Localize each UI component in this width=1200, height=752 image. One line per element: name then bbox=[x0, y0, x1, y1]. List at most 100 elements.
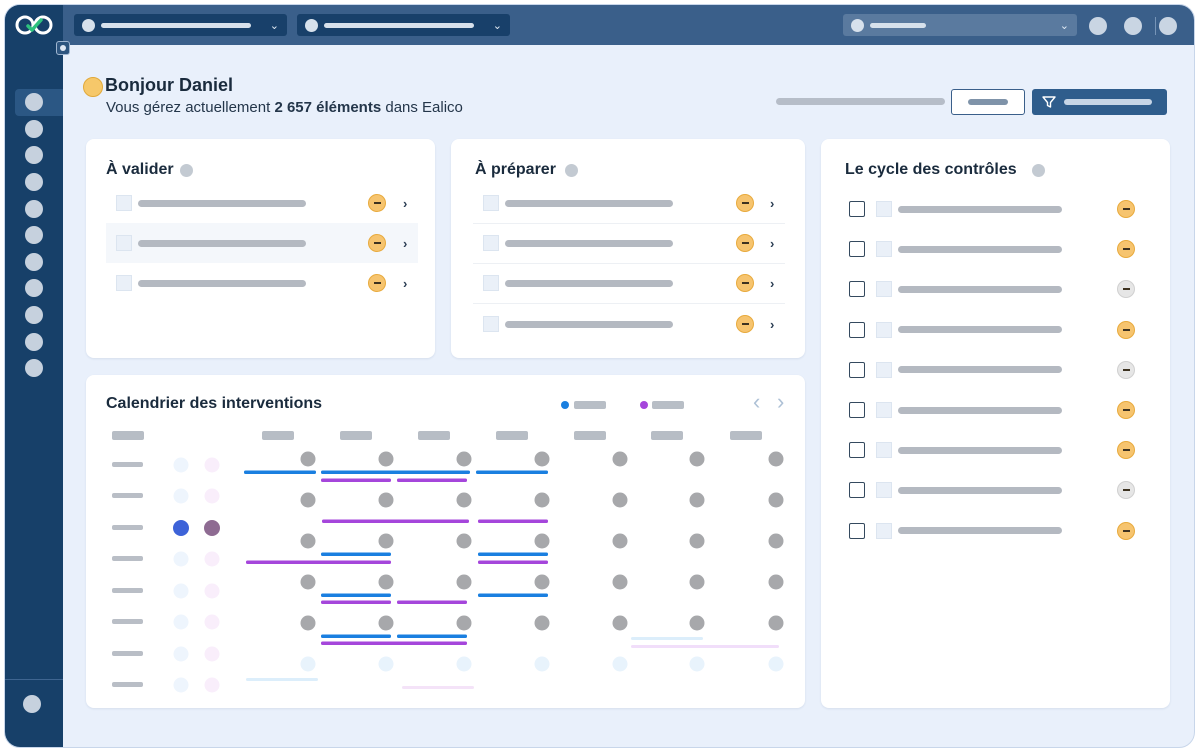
row-label bbox=[112, 682, 143, 687]
info-icon[interactable] bbox=[565, 164, 578, 177]
infinity-logo-icon[interactable] bbox=[13, 11, 55, 39]
list-item[interactable]: › bbox=[473, 223, 785, 263]
checkbox[interactable] bbox=[849, 402, 865, 418]
status-badge bbox=[1117, 200, 1135, 218]
cycle-row[interactable] bbox=[849, 430, 1149, 470]
calendar-dot bbox=[534, 451, 550, 467]
chevron-down-icon: ⌄ bbox=[1059, 20, 1069, 32]
calendar-dot bbox=[534, 492, 550, 508]
sidebar-item[interactable] bbox=[5, 328, 63, 355]
card-calendrier: Calendrier des interventions ‹ › bbox=[86, 375, 805, 708]
avatar[interactable] bbox=[1159, 17, 1177, 35]
status-badge bbox=[1117, 401, 1135, 419]
cycle-row[interactable] bbox=[849, 511, 1149, 551]
day-dot-purple bbox=[204, 457, 220, 473]
calendar-dot bbox=[300, 451, 316, 467]
calendar-dot bbox=[300, 492, 316, 508]
cycle-row[interactable] bbox=[849, 470, 1149, 510]
calendar-dot bbox=[300, 574, 316, 590]
info-icon[interactable] bbox=[1032, 164, 1045, 177]
chevron-right-icon[interactable]: › bbox=[770, 276, 774, 291]
checkbox[interactable] bbox=[849, 442, 865, 459]
chevron-right-icon[interactable]: › bbox=[770, 236, 774, 251]
checkbox[interactable] bbox=[849, 522, 865, 539]
cycle-row[interactable] bbox=[849, 350, 1149, 390]
checkbox[interactable] bbox=[849, 281, 865, 298]
cycle-row[interactable] bbox=[849, 189, 1149, 229]
checkbox[interactable] bbox=[849, 201, 865, 217]
info-placeholder bbox=[776, 98, 945, 105]
chevron-right-icon[interactable]: › bbox=[403, 276, 407, 291]
divider bbox=[1155, 17, 1156, 35]
calendar-dot bbox=[768, 492, 784, 508]
status-badge bbox=[736, 194, 754, 212]
sidebar-item[interactable] bbox=[5, 142, 63, 169]
sidebar-item[interactable] bbox=[5, 249, 63, 276]
event-bar bbox=[478, 593, 548, 597]
page-subtitle: Vous gérez actuellement 2 657 éléments d… bbox=[106, 99, 463, 116]
calendar-dot bbox=[612, 574, 628, 590]
event-bar-faded bbox=[246, 678, 318, 681]
calendar-grid bbox=[112, 431, 784, 693]
event-bar bbox=[321, 641, 467, 645]
sidebar-item[interactable] bbox=[5, 169, 63, 196]
event-bar bbox=[478, 560, 548, 564]
info-icon[interactable] bbox=[180, 164, 193, 177]
sidebar-item-home[interactable] bbox=[15, 89, 63, 116]
sidebar-item[interactable] bbox=[5, 116, 63, 143]
list-item[interactable]: › bbox=[106, 263, 418, 303]
list-item[interactable]: › bbox=[106, 183, 418, 223]
notifications-icon[interactable] bbox=[1089, 17, 1107, 35]
calendar-dot bbox=[378, 533, 394, 549]
sidebar-item[interactable] bbox=[5, 355, 63, 382]
calendar-dot-faded bbox=[456, 656, 472, 672]
day-dot-purple bbox=[204, 551, 220, 567]
chevron-right-icon[interactable]: › bbox=[770, 317, 774, 332]
sidebar-item-settings[interactable] bbox=[23, 695, 41, 713]
list-item[interactable]: › bbox=[106, 223, 418, 263]
cycle-row[interactable] bbox=[849, 310, 1149, 350]
calendar-dot bbox=[689, 615, 705, 631]
cycle-row[interactable] bbox=[849, 269, 1149, 309]
event-bar bbox=[321, 634, 391, 638]
chevron-right-icon[interactable]: › bbox=[403, 236, 407, 251]
chevron-right-icon[interactable]: › bbox=[770, 196, 774, 211]
list-item[interactable]: › bbox=[473, 183, 785, 223]
sidebar-item[interactable] bbox=[5, 275, 63, 302]
checkbox[interactable] bbox=[849, 361, 865, 378]
checkbox[interactable] bbox=[849, 482, 865, 499]
column-header bbox=[730, 431, 762, 440]
row-label bbox=[112, 651, 143, 656]
chevron-down-icon: ⌄ bbox=[492, 20, 502, 32]
sidebar-item[interactable] bbox=[5, 222, 63, 249]
calendar-dot bbox=[378, 615, 394, 631]
help-icon[interactable] bbox=[1124, 17, 1142, 35]
checkbox[interactable] bbox=[849, 321, 865, 338]
list-item[interactable]: › bbox=[473, 304, 785, 344]
status-badge bbox=[1117, 240, 1135, 259]
calendar-dot bbox=[612, 533, 628, 549]
list-item[interactable]: › bbox=[473, 263, 785, 303]
chevron-right-icon[interactable]: › bbox=[403, 196, 407, 211]
day-dot-blue bbox=[173, 488, 189, 504]
event-bar bbox=[246, 560, 391, 564]
cycle-row[interactable] bbox=[849, 390, 1149, 430]
status-badge bbox=[1117, 521, 1135, 540]
checkbox[interactable] bbox=[849, 241, 865, 258]
secondary-button[interactable] bbox=[951, 89, 1025, 115]
account-select[interactable]: ⌄ bbox=[843, 14, 1077, 36]
site-select[interactable]: ⌄ bbox=[297, 14, 510, 36]
collapse-sidebar-button[interactable] bbox=[56, 41, 70, 55]
filter-button[interactable] bbox=[1032, 89, 1167, 115]
app-window: ⌄ ⌄ ⌄ Bonjour Daniel Vous gérez actuelle… bbox=[4, 4, 1195, 748]
row-label bbox=[112, 525, 143, 530]
status-badge bbox=[1117, 481, 1135, 500]
workspace-select[interactable]: ⌄ bbox=[74, 14, 287, 36]
sidebar-item[interactable] bbox=[5, 302, 63, 329]
event-bar-faded bbox=[631, 637, 703, 640]
calendar-dot-faded bbox=[378, 656, 394, 672]
sidebar-item[interactable] bbox=[5, 195, 63, 222]
calendar-dot bbox=[689, 533, 705, 549]
cycle-row[interactable] bbox=[849, 229, 1149, 269]
day-dot-blue bbox=[173, 520, 189, 536]
